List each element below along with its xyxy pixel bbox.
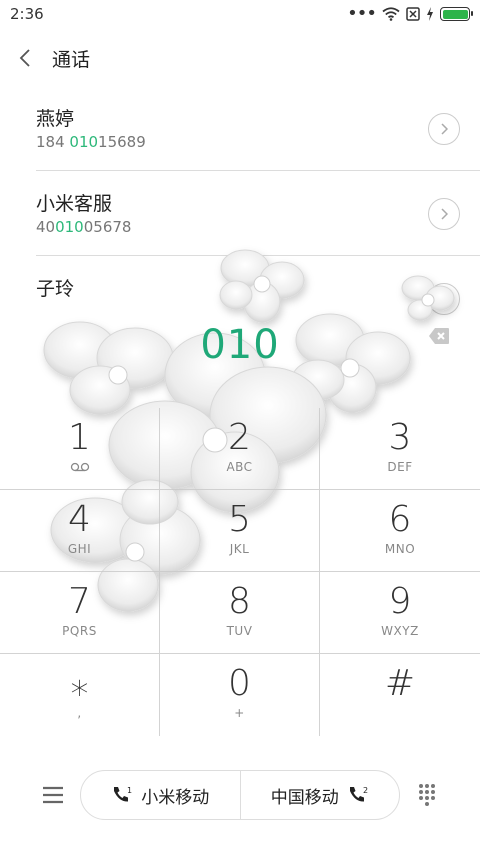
key-letters: , xyxy=(77,706,82,720)
page-title: 通话 xyxy=(52,48,91,71)
key-digit: 1 xyxy=(68,417,91,458)
key-digit: 6 xyxy=(388,499,412,540)
key-4[interactable]: 4 GHI xyxy=(0,490,160,572)
backspace-icon[interactable] xyxy=(428,327,450,345)
contact-name: 燕婷 xyxy=(36,108,75,130)
contact-number: 184 01015689 xyxy=(36,133,146,151)
key-digit: 4 xyxy=(68,499,91,540)
key-digit: ⁎ xyxy=(70,663,89,704)
key-letters: ABC xyxy=(226,460,253,474)
key-2[interactable]: 2 ABC xyxy=(160,408,320,490)
key-9[interactable]: 9 WXYZ xyxy=(320,572,480,654)
dialpad: 1 2 ABC 3 DEF 4 GHI 5 JKL 6 MNO 7 PQRS 8… xyxy=(0,408,480,738)
contact-item[interactable]: 小米客服 4001005678 xyxy=(36,171,480,256)
key-3[interactable]: 3 DEF xyxy=(320,408,480,490)
key-digit: 0 xyxy=(228,663,251,704)
chevron-right-icon xyxy=(441,293,448,305)
voicemail-icon xyxy=(70,462,89,472)
sim2-label: 中国移动 xyxy=(270,787,339,808)
key-7[interactable]: 7 PQRS xyxy=(0,572,160,654)
key-8[interactable]: 8 TUV xyxy=(160,572,320,654)
status-time: 2:36 xyxy=(10,5,44,23)
bottom-bar: 1 小米移动 中国移动 2 xyxy=(0,770,480,820)
header: 通话 xyxy=(0,36,480,80)
key-digit: 8 xyxy=(228,581,251,622)
battery-icon xyxy=(440,7,473,21)
key-letters: PQRS xyxy=(62,624,97,638)
key-letters: JKL xyxy=(229,542,250,556)
key-6[interactable]: 6 MNO xyxy=(320,490,480,572)
key-digit: 3 xyxy=(388,417,412,458)
chevron-right-icon xyxy=(441,208,448,220)
key-digit: 2 xyxy=(228,417,251,458)
chevron-left-icon xyxy=(19,49,30,67)
key-letters: TUV xyxy=(226,624,253,638)
contact-item[interactable]: 燕婷 184 01015689 xyxy=(36,86,480,171)
chevron-right-icon xyxy=(441,123,448,135)
key-hash[interactable]: # xyxy=(320,654,480,736)
wifi-icon xyxy=(382,7,400,21)
battery-fill xyxy=(442,9,468,19)
no-sim-icon xyxy=(406,7,420,21)
contact-detail-button[interactable] xyxy=(428,283,460,315)
status-bar: 2:36 ••• xyxy=(0,0,480,28)
key-letters: GHI xyxy=(67,542,92,556)
call-sim1-button[interactable]: 1 小米移动 xyxy=(81,771,241,819)
key-letters: WXYZ xyxy=(381,624,419,638)
call-sim2-button[interactable]: 中国移动 2 xyxy=(241,771,400,819)
more-dots-icon: ••• xyxy=(347,3,377,24)
status-icons: ••• xyxy=(347,3,473,24)
key-digit: 5 xyxy=(228,499,251,540)
contact-name: 子玲 xyxy=(36,278,75,300)
key-5[interactable]: 5 JKL xyxy=(160,490,320,572)
svg-text:2: 2 xyxy=(363,786,368,795)
back-button[interactable] xyxy=(0,36,50,80)
key-letters: MNO xyxy=(384,542,416,556)
phone-sim2-icon: 2 xyxy=(349,786,368,802)
key-digit: 9 xyxy=(388,581,412,622)
key-digit: 7 xyxy=(68,581,91,622)
contact-name: 小米客服 xyxy=(36,193,113,215)
sim-call-buttons: 1 小米移动 中国移动 2 xyxy=(80,770,400,820)
contact-detail-button[interactable] xyxy=(428,113,460,145)
sim1-label: 小米移动 xyxy=(141,787,210,808)
charging-icon xyxy=(427,7,433,21)
contact-number: 4001005678 xyxy=(36,218,132,236)
key-digit: # xyxy=(384,663,416,704)
dialed-number-display: 010 xyxy=(200,322,280,368)
key-letters: + xyxy=(234,706,245,720)
contact-list: 燕婷 184 01015689 小米客服 4001005678 子玲 xyxy=(0,86,480,341)
contact-detail-button[interactable] xyxy=(428,198,460,230)
key-star[interactable]: ⁎ , xyxy=(0,654,160,736)
key-letters: DEF xyxy=(387,460,413,474)
dialpad-toggle-icon[interactable] xyxy=(414,782,440,808)
key-1[interactable]: 1 xyxy=(0,408,160,490)
svg-text:1: 1 xyxy=(127,786,132,795)
phone-sim1-icon: 1 xyxy=(114,786,132,802)
key-0[interactable]: 0 + xyxy=(160,654,320,736)
menu-icon[interactable] xyxy=(40,782,66,808)
